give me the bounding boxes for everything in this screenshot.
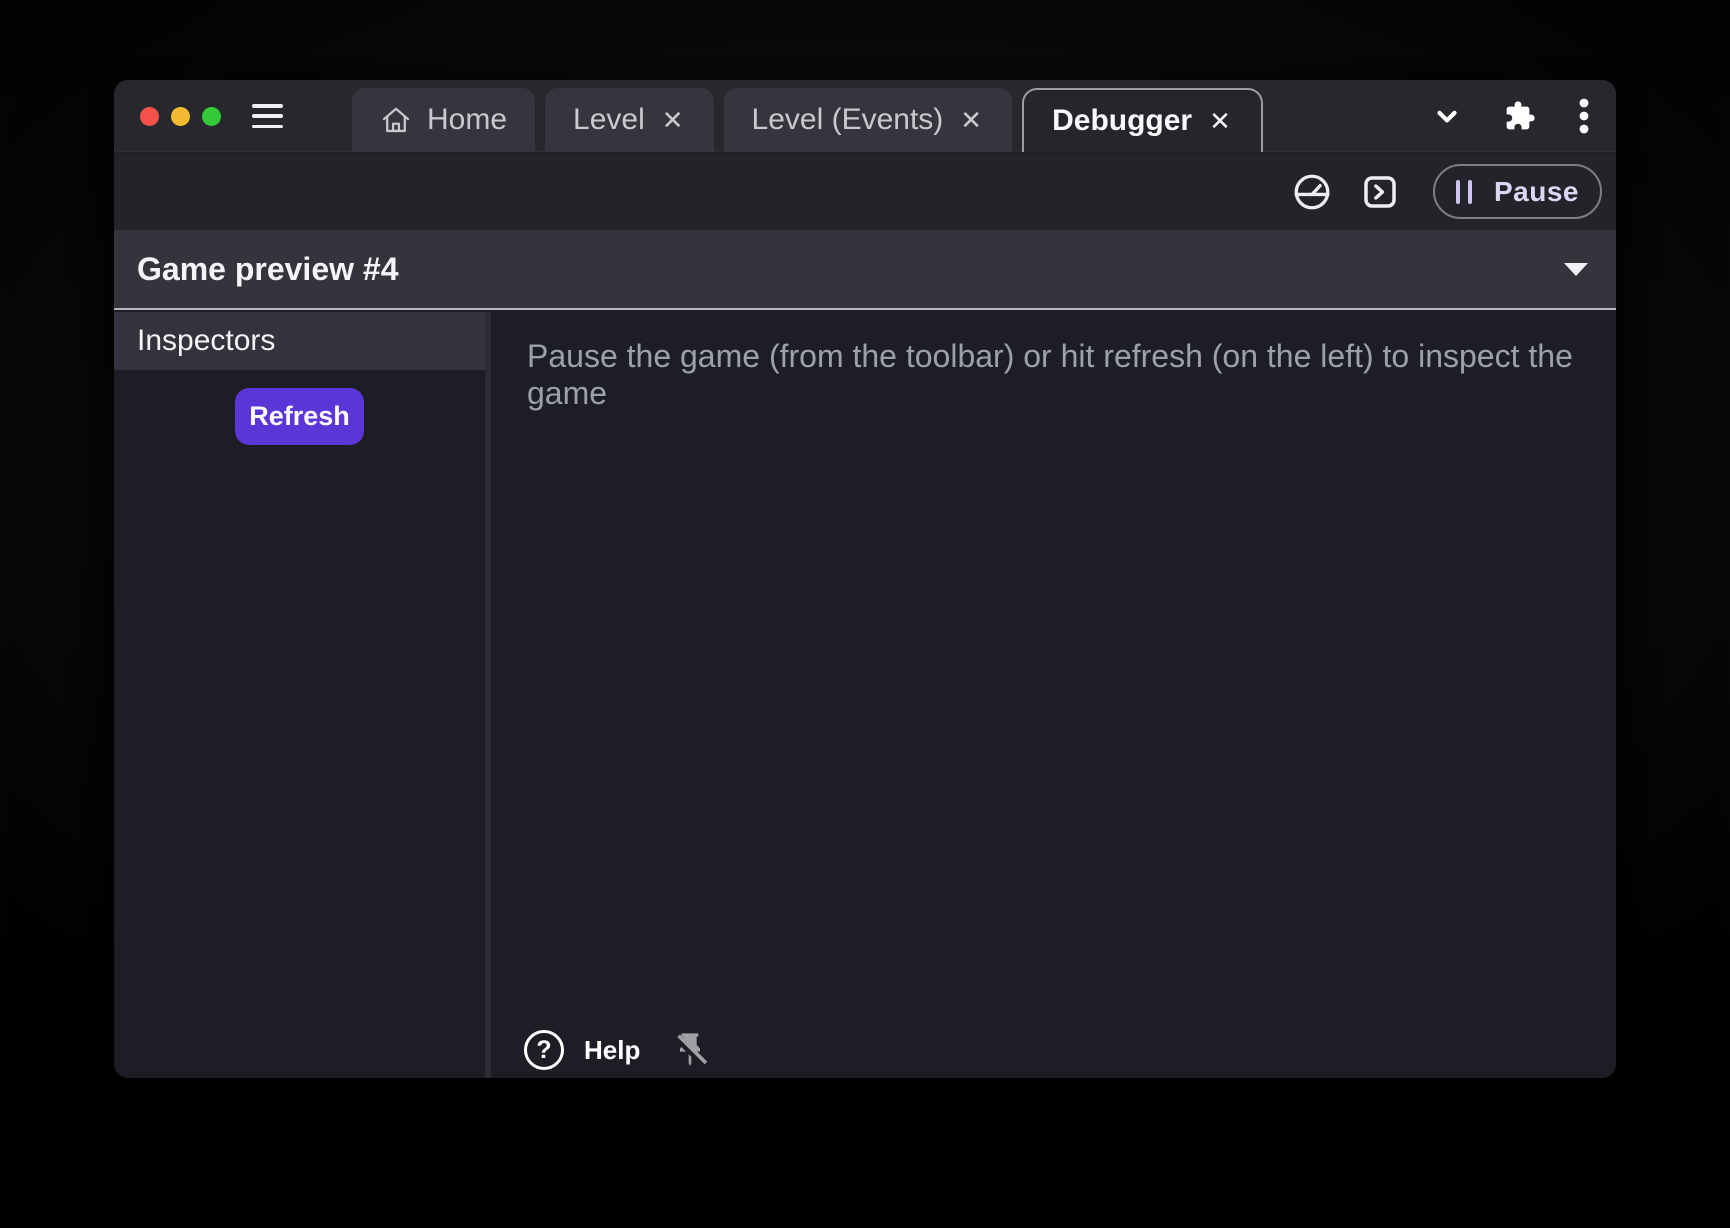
close-tab-icon[interactable]: ✕ [660, 105, 686, 135]
inspector-hint-message: Pause the game (from the toolbar) or hit… [491, 312, 1616, 412]
profiler-gauge-icon[interactable] [1291, 171, 1333, 213]
tab-label: Debugger [1052, 104, 1192, 138]
help-label[interactable]: Help [584, 1035, 640, 1066]
inspectors-sidebar: Inspectors Refresh [114, 312, 485, 1078]
pause-button-label: Pause [1494, 176, 1579, 208]
tab-debugger[interactable]: Debugger ✕ [1022, 88, 1263, 152]
help-icon[interactable]: ? [524, 1030, 564, 1070]
maximize-window-button[interactable] [202, 107, 221, 126]
tab-strip: Home Level ✕ Level (Events) ✕ Debugger ✕ [352, 88, 1263, 152]
close-tab-icon[interactable]: ✕ [1207, 106, 1233, 136]
kebab-menu-icon[interactable] [1578, 96, 1590, 136]
inspector-main-panel: Pause the game (from the toolbar) or hit… [491, 312, 1616, 1078]
tab-home[interactable]: Home [352, 88, 535, 152]
debugger-toolbar: Pause [114, 153, 1616, 230]
tab-label: Home [427, 103, 507, 137]
console-icon[interactable] [1359, 171, 1401, 213]
tab-label: Level [573, 103, 645, 137]
pause-icon [1456, 180, 1472, 204]
close-window-button[interactable] [140, 107, 159, 126]
close-tab-icon[interactable]: ✕ [958, 105, 984, 135]
app-window: Home Level ✕ Level (Events) ✕ Debugger ✕ [114, 80, 1616, 1078]
minimize-window-button[interactable] [171, 107, 190, 126]
footer-row: ? Help [524, 1030, 710, 1070]
unpin-icon[interactable] [670, 1030, 710, 1070]
tab-label: Level (Events) [752, 103, 944, 137]
chevron-down-icon[interactable] [1432, 101, 1462, 131]
tab-level[interactable]: Level ✕ [545, 88, 714, 152]
game-preview-title: Game preview #4 [137, 251, 398, 288]
game-preview-header[interactable]: Game preview #4 [114, 230, 1616, 310]
tab-level-events[interactable]: Level (Events) ✕ [724, 88, 1013, 152]
titlebar: Home Level ✕ Level (Events) ✕ Debugger ✕ [114, 80, 1616, 152]
debugger-content: Inspectors Refresh Pause the game (from … [114, 312, 1616, 1078]
pause-button[interactable]: Pause [1433, 164, 1602, 219]
dropdown-caret-icon[interactable] [1564, 263, 1588, 276]
main-menu-icon[interactable] [252, 104, 283, 128]
refresh-button[interactable]: Refresh [235, 388, 364, 445]
inspectors-header-label: Inspectors [137, 324, 275, 358]
home-icon [380, 104, 412, 136]
titlebar-actions [1432, 80, 1590, 152]
inspectors-header: Inspectors [114, 312, 485, 370]
extensions-puzzle-icon[interactable] [1504, 100, 1536, 132]
window-controls [140, 107, 221, 126]
